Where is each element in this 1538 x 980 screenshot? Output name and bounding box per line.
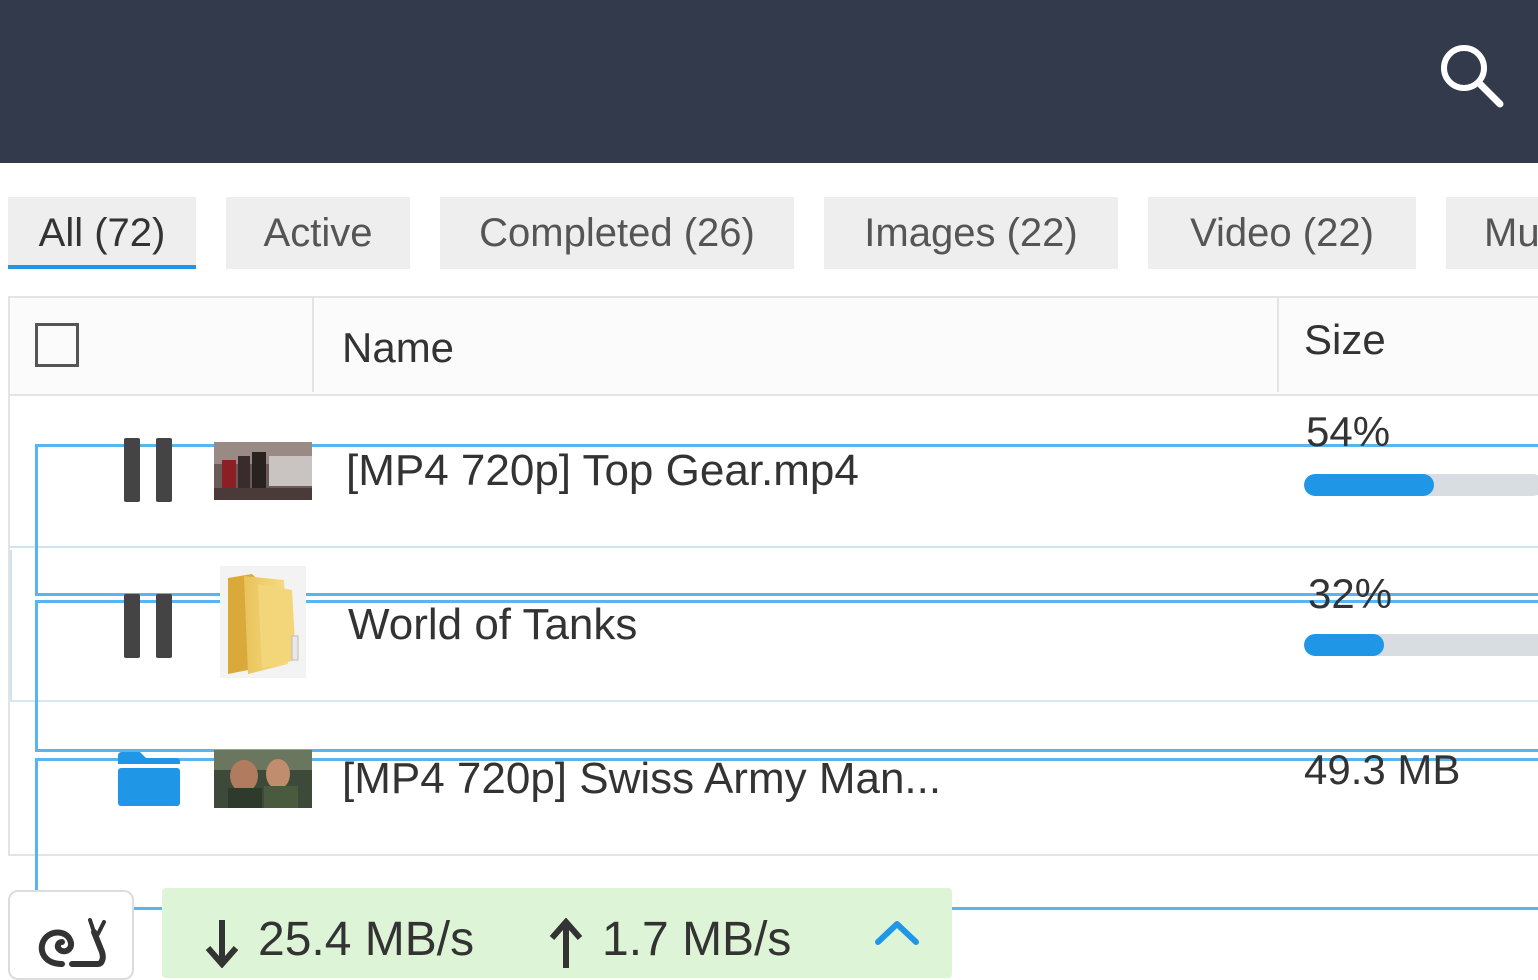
tab-label: Video (22) xyxy=(1190,211,1374,255)
tab-label: Completed (26) xyxy=(479,211,755,255)
snail-icon xyxy=(38,918,106,967)
table-header: Name Size xyxy=(10,298,1538,396)
pause-button[interactable] xyxy=(124,594,176,658)
file-name[interactable]: [MP4 720p] Top Gear.mp4 xyxy=(346,446,859,496)
progress-fill xyxy=(1304,474,1434,496)
tab-label: All (72) xyxy=(38,211,166,255)
progress-fill xyxy=(1304,634,1384,656)
column-header-name[interactable]: Name xyxy=(342,324,454,372)
open-folder-button[interactable] xyxy=(116,750,182,808)
tab-completed[interactable]: Completed (26) xyxy=(440,197,794,269)
tab-label: Images (22) xyxy=(864,211,1078,255)
table-row[interactable]: [MP4 720p] Top Gear.mp4 54% xyxy=(10,396,1538,596)
filter-tabs: All (72) Active Completed (26) Images (2… xyxy=(0,197,1538,271)
select-all-checkbox[interactable] xyxy=(35,323,79,367)
upload-speed: 1.7 MB/s xyxy=(602,913,792,966)
open-folder-icon xyxy=(118,752,180,806)
search-icon xyxy=(1441,45,1504,108)
tab-all[interactable]: All (72) xyxy=(8,197,196,269)
file-name[interactable]: World of Tanks xyxy=(348,600,637,650)
speed-indicator[interactable]: 25.4 MB/s 1.7 MB/s xyxy=(162,888,952,978)
video-thumbnail xyxy=(214,750,312,808)
progress-bar xyxy=(1304,634,1538,656)
pause-button[interactable] xyxy=(124,438,176,502)
file-name[interactable]: [MP4 720p] Swiss Army Man... xyxy=(342,754,941,804)
tab-active[interactable]: Active xyxy=(226,197,410,269)
download-speed: 25.4 MB/s xyxy=(258,913,475,966)
progress-percent: 32% xyxy=(1308,570,1393,617)
table-row[interactable]: [MP4 720p] Swiss Army Man... 49.3 MB xyxy=(10,704,1538,910)
tab-video[interactable]: Video (22) xyxy=(1148,197,1416,269)
downloads-table: Name Size [MP4 720p] Top Gear.mp4 54% Wo… xyxy=(8,296,1538,910)
speed-limit-button[interactable] xyxy=(8,890,134,980)
top-bar xyxy=(0,0,1538,163)
progress-percent: 54% xyxy=(1306,408,1391,455)
tab-music[interactable]: Mu xyxy=(1446,197,1538,269)
folder-icon xyxy=(218,564,308,680)
active-tab-indicator xyxy=(8,265,196,269)
progress-bar xyxy=(1304,474,1538,496)
column-header-size[interactable]: Size xyxy=(1304,316,1386,364)
column-divider xyxy=(1277,298,1279,392)
file-size: 49.3 MB xyxy=(1304,746,1461,793)
table-row[interactable]: World of Tanks 32% xyxy=(10,550,1538,752)
tab-images[interactable]: Images (22) xyxy=(824,197,1118,269)
chevron-up-icon[interactable] xyxy=(874,918,920,948)
tab-label: Mu xyxy=(1484,211,1538,255)
tab-label: Active xyxy=(263,211,373,255)
video-thumbnail xyxy=(214,442,312,500)
search-button[interactable] xyxy=(1424,28,1520,124)
column-divider xyxy=(312,298,314,392)
